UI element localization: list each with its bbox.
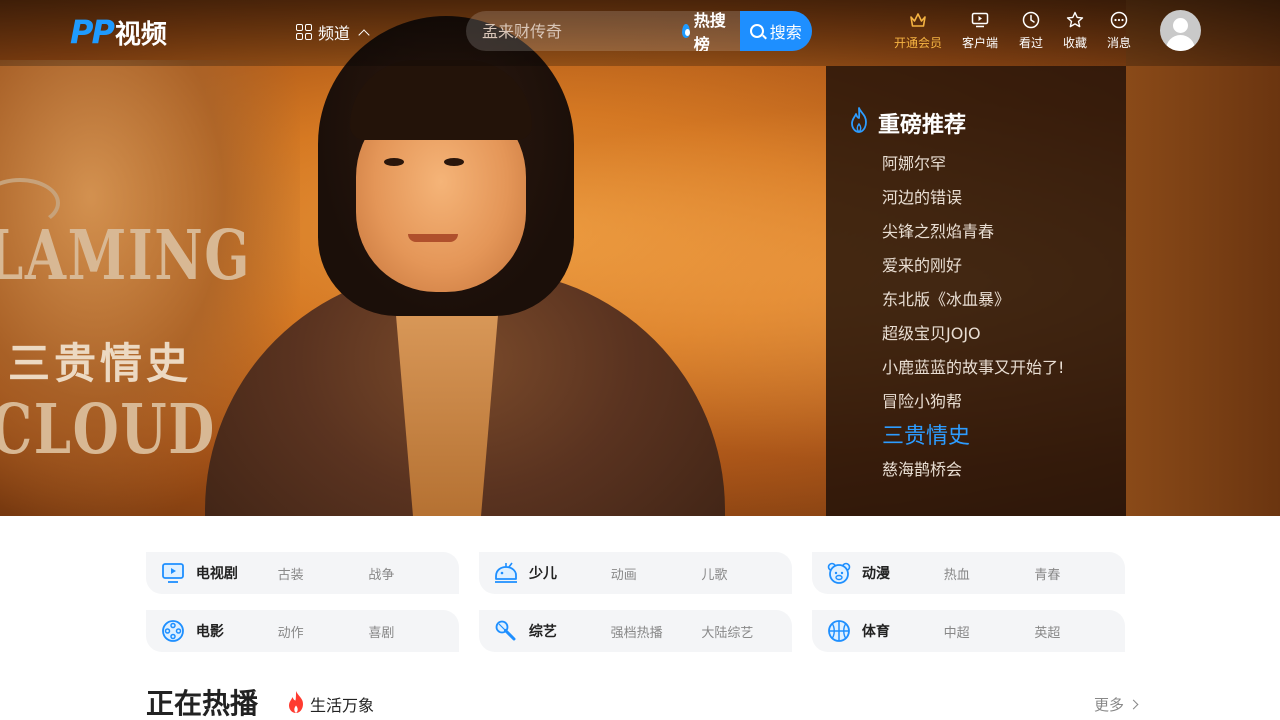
recommend-item[interactable]: 小鹿蓝蓝的故事又开始了! xyxy=(882,356,1064,390)
category-anime: 动漫 热血 青春 xyxy=(812,552,1125,594)
logo-text: 视频 xyxy=(114,19,167,50)
more-label: 更多 xyxy=(1094,696,1125,714)
category-sports: 体育 中超 英超 xyxy=(812,610,1125,652)
recommend-title: 重磅推荐 xyxy=(878,113,967,138)
section-title: 正在热播 xyxy=(146,687,259,720)
hero-background-right xyxy=(1126,0,1280,516)
crown-icon xyxy=(908,10,928,30)
section-tag[interactable]: 生活万象 xyxy=(286,690,374,718)
clock-icon xyxy=(1021,10,1041,30)
hero-figure-eye-right xyxy=(444,158,464,166)
anime-icon xyxy=(826,560,852,586)
category-variety: 综艺 强档热播 大陆综艺 xyxy=(479,610,792,652)
category-sub[interactable]: 热血 xyxy=(944,564,1035,583)
category-sub[interactable]: 古装 xyxy=(278,564,369,583)
category-sub[interactable]: 动画 xyxy=(611,564,702,583)
channel-menu-button[interactable]: 频道 xyxy=(296,20,370,44)
hero-title-english-bottom: CLOUD xyxy=(0,390,216,470)
search-button[interactable]: 搜索 xyxy=(739,11,812,51)
avatar-head xyxy=(1173,18,1188,33)
chevron-right-icon xyxy=(1128,699,1139,710)
more-link[interactable]: 更多 xyxy=(1094,694,1139,715)
hero-figure-bangs xyxy=(350,60,532,140)
hot-search-link[interactable]: 热搜榜 xyxy=(682,11,740,51)
flame-drop-icon xyxy=(682,24,690,38)
category-sub[interactable]: 英超 xyxy=(1034,622,1125,641)
avatar[interactable] xyxy=(1160,10,1201,51)
search-icon xyxy=(749,24,764,38)
category-name[interactable]: 少儿 xyxy=(529,563,611,583)
nav-history-label: 看过 xyxy=(1018,36,1043,50)
logo-mark: PP xyxy=(70,13,115,51)
search-button-label: 搜索 xyxy=(769,23,802,42)
section-tag-label: 生活万象 xyxy=(310,696,375,715)
recommend-item[interactable]: 东北版《冰血暴》 xyxy=(882,288,1064,322)
category-movie: 电影 动作 喜剧 xyxy=(146,610,459,652)
recommend-item[interactable]: 爱来的刚好 xyxy=(882,254,1064,288)
nav-client[interactable]: 客户端 xyxy=(948,10,1012,51)
basketball-icon xyxy=(826,618,852,644)
nav-vip-label: 开通会员 xyxy=(893,36,942,50)
category-kids: 少儿 动画 儿歌 xyxy=(479,552,792,594)
film-reel-icon xyxy=(160,618,186,644)
category-sub[interactable]: 儿歌 xyxy=(701,564,792,583)
star-icon xyxy=(1065,10,1085,30)
category-name[interactable]: 电视剧 xyxy=(196,563,278,583)
user-nav: 开通会员 客户端 看过 收藏 消息 xyxy=(888,10,1138,51)
flame-outline-icon xyxy=(848,106,870,140)
category-sub[interactable]: 战争 xyxy=(368,564,459,583)
tv-icon xyxy=(160,560,186,586)
category-sub[interactable]: 青春 xyxy=(1034,564,1125,583)
message-icon xyxy=(1109,10,1129,30)
category-sub[interactable]: 中超 xyxy=(944,622,1035,641)
recommend-item-active[interactable]: 三贵情史 xyxy=(882,424,1064,458)
category-name[interactable]: 动漫 xyxy=(862,563,944,583)
hero-figure-mouth xyxy=(408,234,458,242)
category-sub[interactable]: 动作 xyxy=(278,622,369,641)
hero-title-english-top: LAMING xyxy=(0,216,252,296)
category-name[interactable]: 电影 xyxy=(196,621,278,641)
search-input[interactable] xyxy=(466,11,682,51)
hero-figure-eye-left xyxy=(384,158,404,166)
hero-title-chinese: 三贵情史 xyxy=(8,339,193,388)
nav-messages-label: 消息 xyxy=(1106,36,1131,50)
recommend-item[interactable]: 超级宝贝JOJO xyxy=(882,322,1064,356)
recommend-header: 重磅推荐 xyxy=(848,106,966,140)
category-grid: 电视剧 古装 战争 少儿 动画 儿歌 动漫 热血 青春 电影 动作 喜剧 综艺 … xyxy=(146,552,1126,652)
site-logo[interactable]: PP 视频 xyxy=(70,12,167,52)
category-name[interactable]: 体育 xyxy=(862,621,944,641)
tv-play-icon xyxy=(970,10,990,30)
recommend-list: 阿娜尔罕 河边的错误 尖锋之烈焰青春 爱来的刚好 东北版《冰血暴》 超级宝贝JO… xyxy=(882,152,1064,492)
recommend-item[interactable]: 慈海鹊桥会 xyxy=(882,458,1064,492)
recommend-item[interactable]: 冒险小狗帮 xyxy=(882,390,1064,424)
flame-icon xyxy=(286,690,306,718)
nav-vip[interactable]: 开通会员 xyxy=(888,10,948,51)
category-sub[interactable]: 大陆综艺 xyxy=(701,622,792,641)
channel-label: 频道 xyxy=(318,24,351,43)
microphone-icon xyxy=(493,618,519,644)
nav-favorites[interactable]: 收藏 xyxy=(1050,10,1100,51)
category-sub[interactable]: 喜剧 xyxy=(368,622,459,641)
recommend-item[interactable]: 阿娜尔罕 xyxy=(882,152,1064,186)
top-navigation-bar: PP 视频 频道 热搜榜 搜索 开通会员 客户端 xyxy=(0,0,1280,66)
category-sub[interactable]: 强档热播 xyxy=(611,622,702,641)
grid-icon xyxy=(296,24,312,40)
nav-client-label: 客户端 xyxy=(961,36,998,50)
recommend-item[interactable]: 尖锋之烈焰青春 xyxy=(882,220,1064,254)
category-tv: 电视剧 古装 战争 xyxy=(146,552,459,594)
search-bar: 热搜榜 搜索 xyxy=(466,11,812,51)
avatar-body xyxy=(1166,35,1195,51)
nav-messages[interactable]: 消息 xyxy=(1100,10,1138,51)
nav-history[interactable]: 看过 xyxy=(1012,10,1050,51)
chevron-up-icon xyxy=(358,28,370,41)
recommend-item[interactable]: 河边的错误 xyxy=(882,186,1064,220)
nav-favorites-label: 收藏 xyxy=(1062,36,1087,50)
recommend-panel: 重磅推荐 阿娜尔罕 河边的错误 尖锋之烈焰青春 爱来的刚好 东北版《冰血暴》 超… xyxy=(826,66,1126,516)
kids-icon xyxy=(493,560,519,586)
category-name[interactable]: 综艺 xyxy=(529,621,611,641)
hot-search-label: 热搜榜 xyxy=(693,11,726,51)
